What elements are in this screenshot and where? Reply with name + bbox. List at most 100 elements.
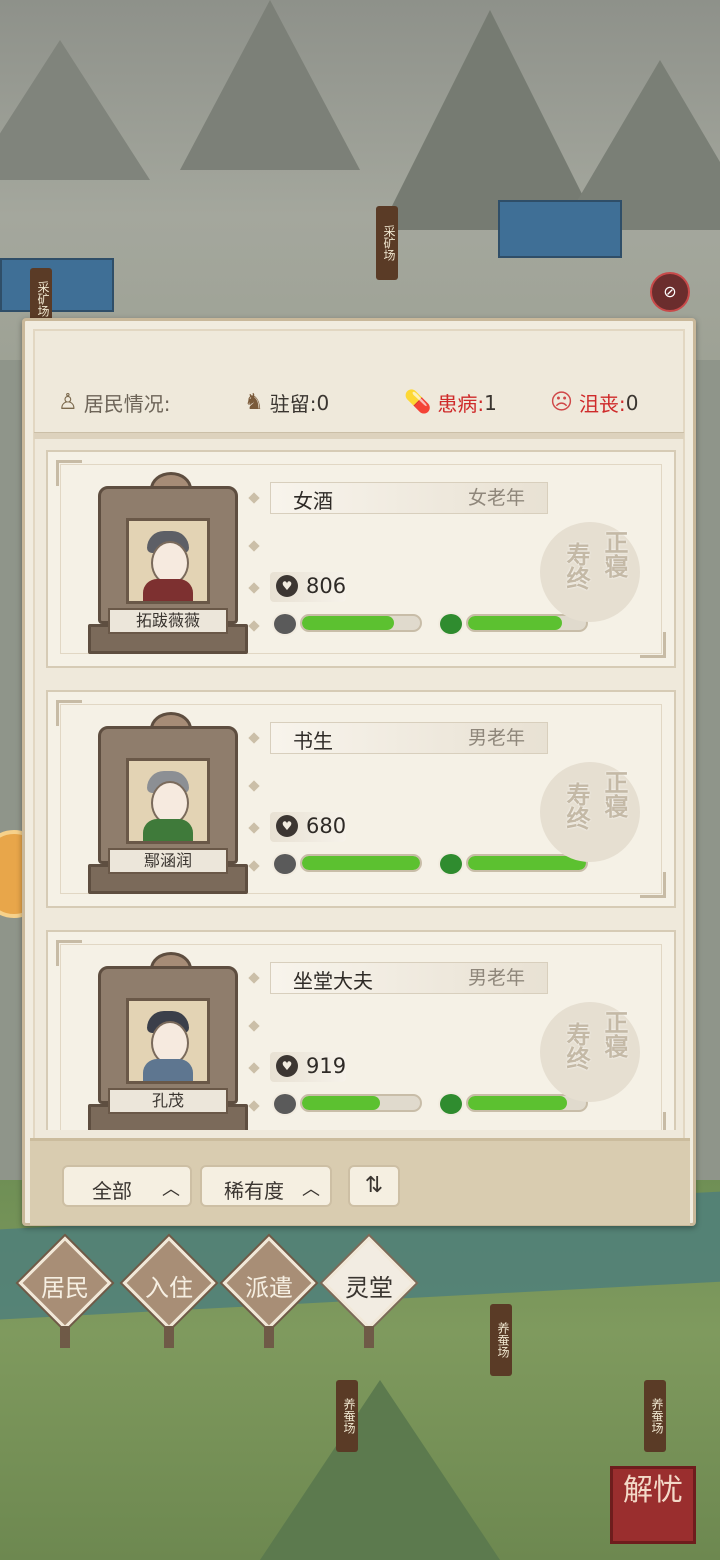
- sort-icon: ⇅: [364, 1173, 384, 1198]
- filter-all-label: 全部: [92, 1179, 132, 1203]
- resident-age-group: 男老年: [467, 967, 525, 989]
- stamp-text-1: 寿终: [562, 782, 591, 830]
- tab-residents[interactable]: 居民: [18, 1236, 112, 1350]
- resident-avatar: [126, 518, 210, 604]
- mine-shed-right: [498, 200, 622, 258]
- resident-portrait[interactable]: 孔茂: [88, 952, 248, 1130]
- jieyou-label: 解忧: [623, 1473, 683, 1508]
- horse-icon: ♞: [244, 390, 264, 415]
- corner-ornament: [640, 1112, 666, 1130]
- sick-value: 1: [484, 390, 497, 415]
- mood-bar: [438, 1092, 590, 1116]
- tab-memorial-hall[interactable]: 灵堂: [322, 1236, 416, 1350]
- resident-card[interactable]: 孔茂 坐堂大夫 男老年 ♥ 919 寿终 正寝: [46, 930, 676, 1130]
- stat-depressed: ☹ 沮丧: 0: [550, 388, 638, 417]
- sick-label: 患病:: [437, 392, 485, 416]
- resident-avatar: [126, 758, 210, 844]
- mountain-3: [0, 40, 150, 180]
- stat-title: ♙ 居民情况:: [58, 388, 170, 417]
- stats-divider: [34, 432, 684, 439]
- lifespan-row: ♥ 806: [270, 572, 346, 602]
- resident-portrait[interactable]: 鄢涵润: [88, 712, 248, 894]
- lifespan-row: ♥ 680: [270, 812, 346, 842]
- resident-job: 坐堂大夫: [293, 969, 373, 993]
- lifespan-row: ♥ 919: [270, 1052, 346, 1082]
- health-bar: [272, 1092, 424, 1116]
- tab-tassel: [60, 1326, 70, 1348]
- corner-ornament: [640, 872, 666, 898]
- health-fill: [302, 616, 395, 630]
- filter-rarity-button[interactable]: 稀有度 ︿: [200, 1165, 332, 1207]
- resident-age-group: 女老年: [467, 487, 525, 509]
- green-hill: [260, 1380, 500, 1560]
- corner-ornament: [56, 700, 82, 726]
- health-bar: [272, 852, 424, 876]
- lifespan-value: 806: [306, 574, 347, 598]
- mine-sign-center: 采矿场: [376, 206, 398, 280]
- job-row: 女酒 女老年: [270, 482, 548, 514]
- stats-title: 居民情况:: [83, 392, 171, 416]
- health-fill: [302, 1096, 380, 1110]
- jieyou-button[interactable]: 解忧: [610, 1466, 696, 1544]
- job-row: 坐堂大夫 男老年: [270, 962, 548, 994]
- stamp-text-1: 寿终: [562, 542, 591, 590]
- resident-age-group: 男老年: [467, 727, 525, 749]
- resident-stats: ♙ 居民情况: ♞ 驻留: 0 💊 患病: 1 ☹ 沮丧: 0: [30, 380, 670, 424]
- lifespan-value: 680: [306, 814, 347, 838]
- resident-name: 拓跋薇薇: [108, 608, 228, 634]
- tab-dispatch[interactable]: 派遣: [222, 1236, 316, 1350]
- heart-icon: [272, 1092, 298, 1116]
- tab-move-in[interactable]: 入住: [122, 1236, 216, 1350]
- mood-bar: [438, 852, 590, 876]
- mood-bar: [438, 612, 590, 636]
- stay-label: 驻留:: [269, 392, 317, 416]
- heart-icon: [272, 852, 298, 876]
- heart-icon: [272, 612, 298, 636]
- sort-button[interactable]: ⇅: [348, 1165, 400, 1207]
- stamp-text-2: 正寝: [600, 1010, 629, 1058]
- leaf-icon: [438, 1092, 464, 1116]
- stamp-text-2: 正寝: [600, 770, 629, 818]
- mood-fill: [468, 616, 563, 630]
- filter-bar: 全部 ︿ 稀有度 ︿ ⇅: [30, 1138, 690, 1225]
- broken-heart-icon: ♥: [276, 1055, 298, 1077]
- silk-farm-sign-2: 养蚕场: [336, 1380, 358, 1452]
- tab-tassel: [364, 1326, 374, 1348]
- lifespan-value: 919: [306, 1054, 347, 1078]
- mood-fill: [468, 1096, 568, 1110]
- pill-icon: 💊: [404, 390, 432, 415]
- tab-label: 入住: [145, 1274, 193, 1302]
- resident-card[interactable]: 鄢涵润 书生 男老年 ♥ 680 寿终 正寝: [46, 690, 676, 908]
- resident-name: 鄢涵润: [108, 848, 228, 874]
- resident-job: 女酒: [293, 489, 333, 513]
- broken-heart-icon: ♥: [276, 575, 298, 597]
- depressed-value: 0: [625, 390, 639, 415]
- resident-portrait[interactable]: 拓跋薇薇: [88, 472, 248, 654]
- chevron-up-icon: ︿: [162, 1179, 180, 1200]
- stay-value: 0: [316, 390, 330, 415]
- no-entry-icon[interactable]: ⊘: [650, 272, 690, 312]
- corner-ornament: [56, 940, 82, 966]
- resident-avatar: [126, 998, 210, 1084]
- health-bar: [272, 612, 424, 636]
- resident-list[interactable]: 拓跋薇薇 女酒 女老年 ♥ 806 寿终 正寝 鄢涵润 书生 男老年 ♥ 680…: [46, 450, 676, 1130]
- leaf-icon: [438, 852, 464, 876]
- corner-ornament: [640, 632, 666, 658]
- stat-stay: ♞ 驻留: 0: [244, 388, 329, 417]
- depressed-label: 沮丧:: [578, 392, 626, 416]
- resident-icon: ♙: [58, 390, 78, 415]
- filter-all-button[interactable]: 全部 ︿: [62, 1165, 192, 1207]
- natural-death-stamp: 寿终 正寝: [540, 762, 640, 862]
- leaf-icon: [438, 612, 464, 636]
- avatar-body: [143, 579, 193, 601]
- job-row: 书生 男老年: [270, 722, 548, 754]
- corner-ornament: [56, 460, 82, 486]
- stamp-text-2: 正寝: [600, 530, 629, 578]
- avatar-body: [143, 1059, 193, 1081]
- tab-label: 派遣: [245, 1274, 293, 1302]
- mine-shed-left: [0, 258, 114, 312]
- filter-rarity-label: 稀有度: [224, 1179, 284, 1203]
- resident-card[interactable]: 拓跋薇薇 女酒 女老年 ♥ 806 寿终 正寝: [46, 450, 676, 668]
- mood-fill: [468, 856, 586, 870]
- broken-heart-icon: ♥: [276, 815, 298, 837]
